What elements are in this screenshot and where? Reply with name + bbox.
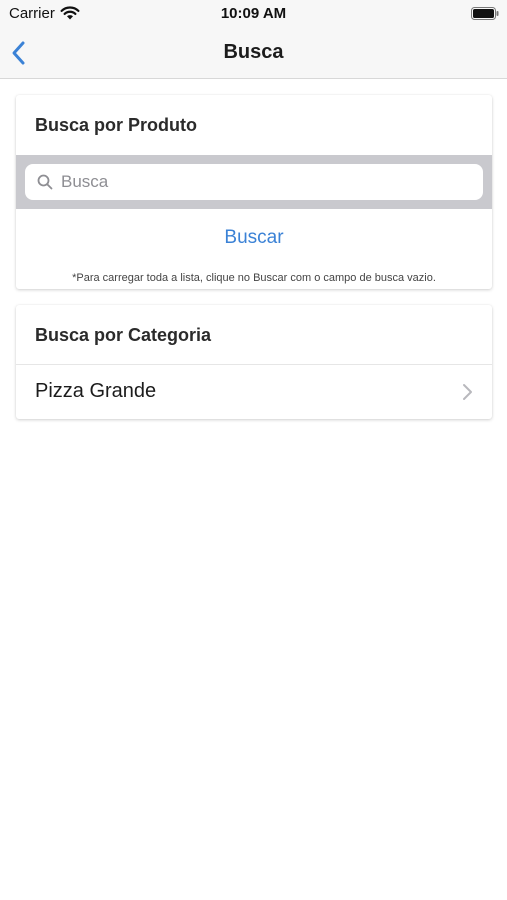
busca-categoria-title: Busca por Categoria: [35, 325, 212, 345]
category-item-label: Pizza Grande: [35, 380, 157, 402]
search-icon: [37, 174, 53, 190]
busca-produto-card: Busca por Produto Buscar *Para carregar …: [16, 95, 492, 289]
busca-produto-title: Busca por Produto: [35, 115, 198, 135]
buscar-button[interactable]: Buscar: [16, 227, 492, 249]
battery-icon: [471, 7, 499, 20]
search-hint: *Para carregar toda a lista, clique no B…: [72, 272, 436, 284]
search-input[interactable]: [61, 164, 471, 200]
busca-categoria-card: Busca por Categoria Pizza Grande: [16, 305, 492, 419]
clock-time: 10:09 AM: [220, 5, 287, 22]
search-bar: [16, 155, 492, 209]
chevron-right-icon: [463, 384, 472, 400]
status-bar: Carrier 10:09 AM: [0, 0, 507, 28]
navigation-bar: Busca: [0, 28, 507, 79]
search-field[interactable]: [25, 164, 483, 200]
category-item-pizza-grande[interactable]: Pizza Grande: [16, 365, 492, 419]
page-title: Busca: [223, 41, 284, 63]
